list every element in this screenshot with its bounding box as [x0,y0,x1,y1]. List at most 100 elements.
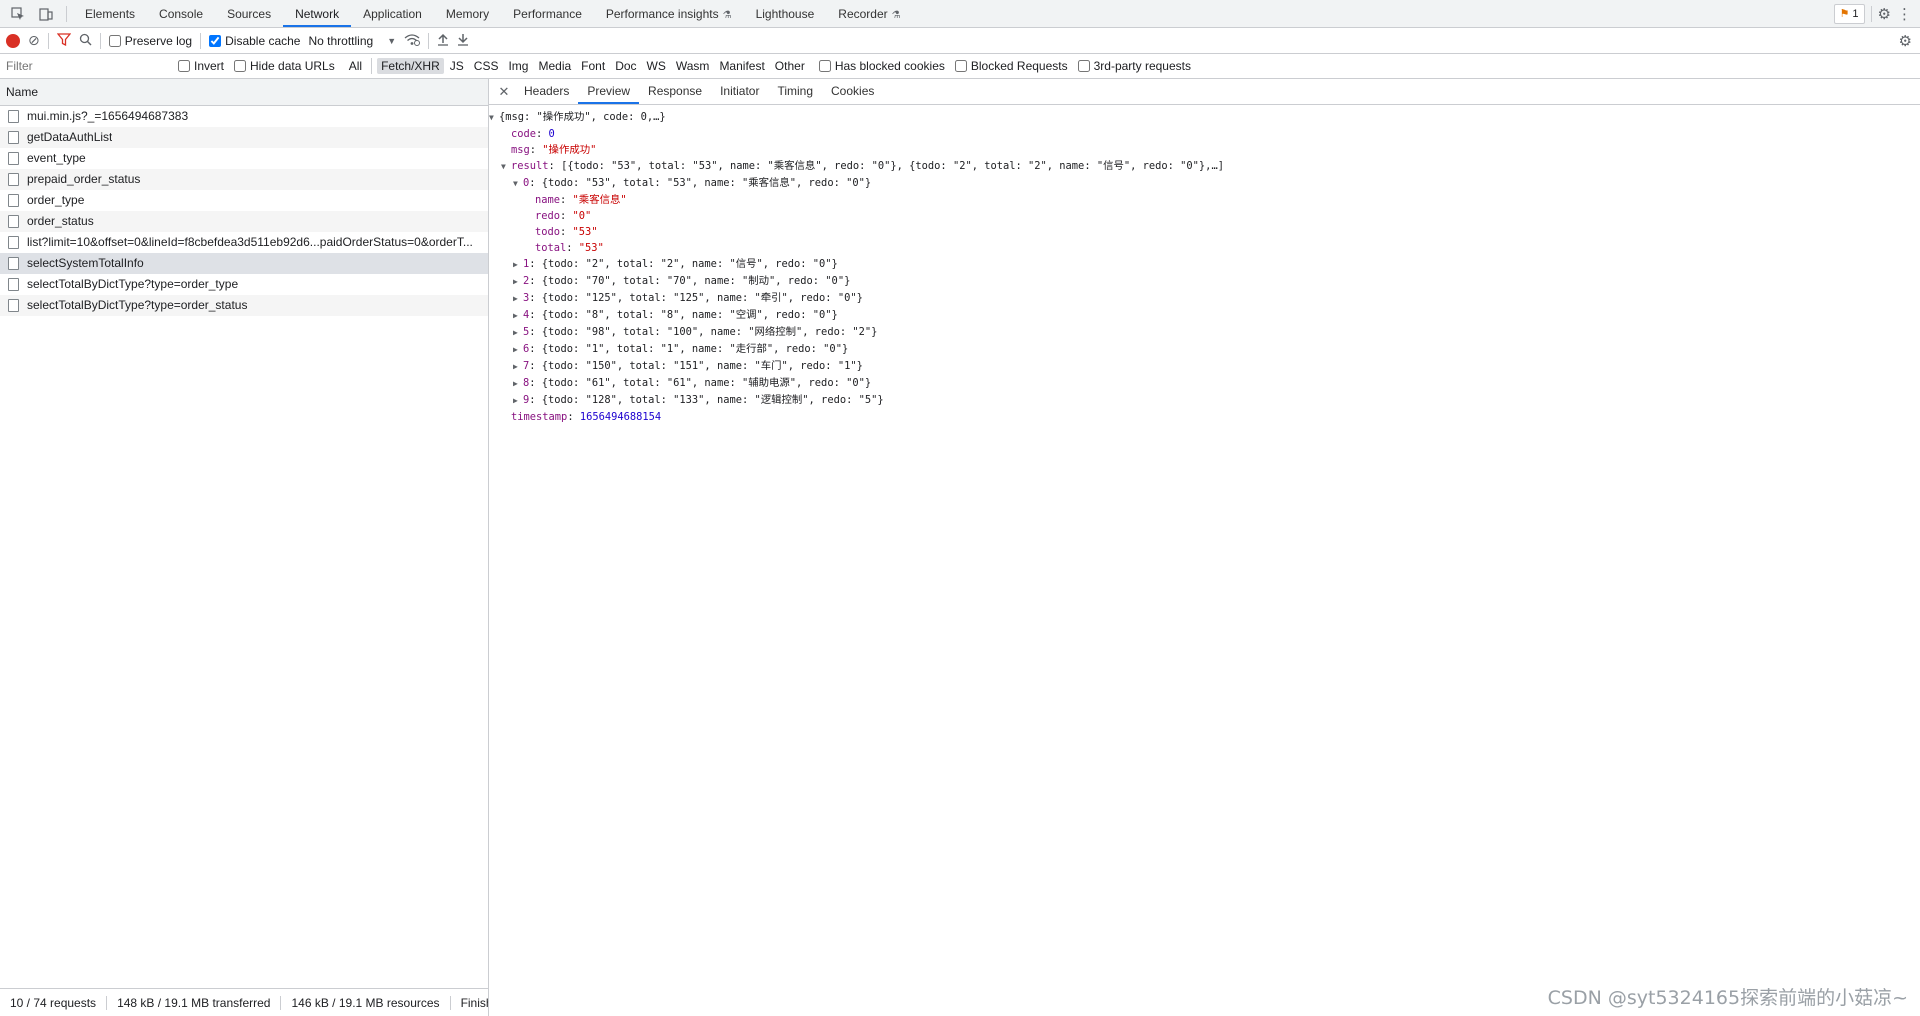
json-root-line[interactable]: ▼ {msg: "操作成功", code: 0,…} [489,109,1920,126]
request-row[interactable]: order_type [0,190,488,211]
collapse-triangle-icon: ▶ [513,328,518,337]
import-har-upload-icon[interactable] [437,33,449,49]
request-row[interactable]: getDataAuthList [0,127,488,148]
filter-type-other[interactable]: Other [771,58,809,74]
filter-type-manifest[interactable]: Manifest [715,58,768,74]
filter-type-img[interactable]: Img [504,58,532,74]
device-toolbar-icon[interactable] [32,1,60,27]
json-collapsed-item-line[interactable]: ▶ 5: {todo: "98", total: "100", name: "网络… [489,324,1920,341]
json-root-summary: {msg: "操作成功", code: 0,…} [499,111,666,123]
preserve-log-checkbox[interactable]: Preserve log [108,33,193,48]
tab-application[interactable]: Application [351,1,434,27]
clear-icon[interactable]: ⊘ [28,32,40,49]
blocked-requests-label: Blocked Requests [970,59,1068,73]
tab-network[interactable]: Network [283,1,352,27]
invert-input[interactable] [178,60,190,72]
export-har-download-icon[interactable] [457,33,469,49]
third-party-requests-checkbox[interactable]: 3rd-party requests [1077,59,1191,73]
json-item-summary: {todo: "128", total: "133", name: "逻辑控制"… [541,394,884,406]
network-settings-gear-icon[interactable]: ⚙ [1899,33,1912,50]
collapse-triangle-icon: ▶ [513,311,518,320]
collapse-triangle-icon: ▶ [513,396,518,405]
tab-sources[interactable]: Sources [215,1,283,27]
request-name: selectTotalByDictType?type=order_type [27,277,239,291]
detail-tab-timing[interactable]: Timing [768,79,822,104]
issues-badge[interactable]: ⚑ 1 [1833,3,1865,24]
tab-console[interactable]: Console [147,1,215,27]
filter-type-font[interactable]: Font [577,58,609,74]
json-item0-line[interactable]: ▼ 0: {todo: "53", total: "53", name: "乘客信… [489,175,1920,192]
disable-cache-checkbox[interactable]: Disable cache [209,34,300,48]
filter-funnel-icon[interactable] [56,32,72,49]
json-collapsed-item-line[interactable]: ▶ 1: {todo: "2", total: "2", name: "信号", … [489,256,1920,273]
tab-recorder[interactable]: Recorder ⚗ [826,1,912,27]
tab-label: Lighthouse [755,6,815,21]
json-collapsed-item-line[interactable]: ▶ 7: {todo: "150", total: "151", name: "车… [489,358,1920,375]
preserve-log-label: Preserve log [124,33,193,48]
tab-performance-insights[interactable]: Performance insights ⚗ [594,1,744,27]
inspect-element-icon[interactable] [4,1,32,27]
filter-type-js[interactable]: JS [446,58,468,74]
request-row[interactable]: selectTotalByDictType?type=order_status [0,295,488,316]
request-row[interactable]: event_type [0,148,488,169]
throttling-select[interactable]: No throttling ▼ [308,34,396,48]
status-finish: Finish: [460,995,488,1010]
json-key-todo: todo [535,226,561,238]
filter-type-all[interactable]: All [345,58,366,74]
request-row[interactable]: list?limit=10&offset=0&lineId=f8cbefdea3… [0,232,488,253]
settings-gear-icon[interactable]: ⚙ [1878,5,1891,23]
tab-performance[interactable]: Performance [501,1,594,27]
close-detail-icon[interactable]: ✕ [493,84,515,100]
filter-type-ws[interactable]: WS [643,58,670,74]
hide-data-urls-checkbox[interactable]: Hide data URLs [234,59,335,73]
experimental-flask-icon: ⚗ [722,9,732,21]
json-collapsed-item-line[interactable]: ▶ 2: {todo: "70", total: "70", name: "制动"… [489,273,1920,290]
json-collapsed-item-line[interactable]: ▶ 8: {todo: "61", total: "61", name: "辅助电… [489,375,1920,392]
json-collapsed-item-line[interactable]: ▶ 9: {todo: "128", total: "133", name: "逻… [489,392,1920,409]
request-row[interactable]: prepaid_order_status [0,169,488,190]
tab-label: Memory [445,6,490,21]
filter-type-css[interactable]: CSS [470,58,503,74]
invert-checkbox[interactable]: Invert [178,59,224,73]
more-options-icon[interactable]: ⋮ [1897,5,1912,23]
network-conditions-wifi-icon[interactable] [404,33,421,49]
detail-tab-headers[interactable]: Headers [515,79,578,104]
network-toolbar-divider-4 [428,32,430,49]
hide-data-urls-input[interactable] [234,60,247,72]
tab-elements[interactable]: Elements [73,1,147,27]
has-blocked-cookies-input[interactable] [818,60,831,72]
json-result-line[interactable]: ▼ result: [{todo: "53", total: "53", name… [489,158,1920,175]
json-item0-todo: "53" [572,226,598,238]
detail-tab-preview[interactable]: Preview [578,79,640,104]
name-column-header[interactable]: Name [0,79,488,106]
search-icon[interactable] [79,33,92,49]
network-toolbar-divider-2 [99,32,101,49]
record-button[interactable] [6,33,20,48]
json-collapsed-item-line[interactable]: ▶ 4: {todo: "8", total: "8", name: "空调", … [489,307,1920,324]
tab-memory[interactable]: Memory [434,1,501,27]
detail-tab-initiator[interactable]: Initiator [711,79,768,104]
request-row[interactable]: mui.min.js?_=1656494687383 [0,106,488,127]
request-row[interactable]: order_status [0,211,488,232]
request-row[interactable]: selectSystemTotalInfo [0,253,488,274]
third-party-requests-input[interactable] [1077,60,1090,72]
request-row[interactable]: selectTotalByDictType?type=order_type [0,274,488,295]
filter-type-doc[interactable]: Doc [611,58,640,74]
blocked-requests-input[interactable] [954,60,967,72]
json-collapsed-item-line[interactable]: ▶ 6: {todo: "1", total: "1", name: "走行部",… [489,341,1920,358]
has-blocked-cookies-checkbox[interactable]: Has blocked cookies [818,59,945,73]
collapse-triangle-icon: ▶ [513,294,518,303]
filter-type-media[interactable]: Media [534,58,575,74]
json-collapsed-item-line[interactable]: ▶ 3: {todo: "125", total: "125", name: "牵… [489,290,1920,307]
request-name: list?limit=10&offset=0&lineId=f8cbefdea3… [27,235,473,249]
filter-input[interactable] [4,57,168,75]
blocked-requests-checkbox[interactable]: Blocked Requests [954,59,1068,73]
filter-type-fetch-xhr[interactable]: Fetch/XHR [377,58,444,74]
detail-tab-response[interactable]: Response [639,79,711,104]
request-name: getDataAuthList [27,130,113,144]
preserve-log-input[interactable] [108,34,121,47]
filter-type-wasm[interactable]: Wasm [672,58,714,74]
tab-lighthouse[interactable]: Lighthouse [744,1,827,27]
disable-cache-input[interactable] [209,34,222,47]
detail-tab-cookies[interactable]: Cookies [822,79,883,104]
